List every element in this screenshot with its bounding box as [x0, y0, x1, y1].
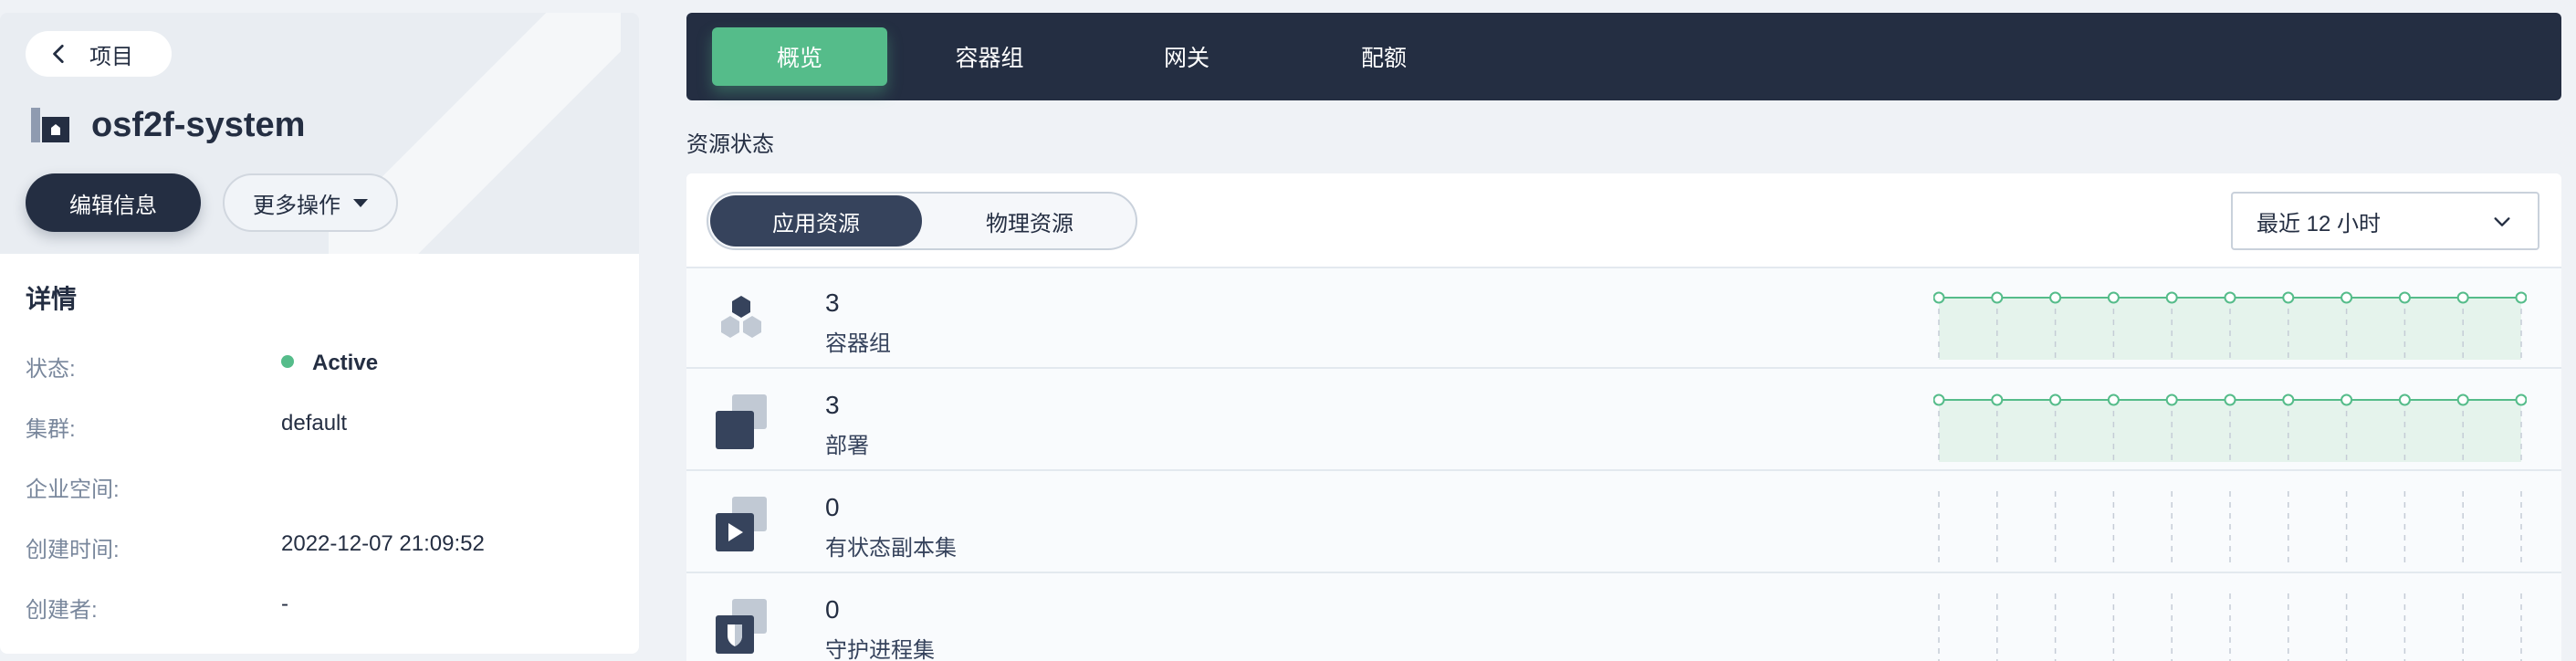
- detail-row-created-time: 创建时间: 2022-12-07 21:09:52: [26, 531, 610, 562]
- resource-status-title: 资源状态: [686, 132, 774, 157]
- resource-label: 部署: [825, 434, 869, 458]
- resource-label: 容器组: [825, 331, 891, 356]
- time-range-select[interactable]: 最近 12 小时: [2231, 192, 2539, 250]
- trend-point[interactable]: [1991, 393, 2004, 406]
- detail-key: 状态:: [26, 357, 76, 382]
- trend-point[interactable]: [2340, 291, 2353, 304]
- trend-point[interactable]: [2282, 291, 2295, 304]
- detail-row-status: 状态: Active: [26, 351, 610, 382]
- status-value: Active: [312, 351, 379, 375]
- segment-label: 物理资源: [986, 211, 1073, 236]
- caret-down-icon: [353, 198, 368, 207]
- trend-point[interactable]: [2398, 393, 2411, 406]
- trend-area: [1939, 400, 2521, 462]
- resource-label: 有状态副本集: [825, 536, 957, 561]
- trend-point[interactable]: [2398, 291, 2411, 304]
- back-to-projects-button[interactable]: 项目: [26, 31, 172, 77]
- trend-point[interactable]: [1933, 393, 1945, 406]
- trend-point[interactable]: [2224, 291, 2236, 304]
- trend-point[interactable]: [2165, 393, 2178, 406]
- daemonset-shield-icon: [716, 599, 767, 654]
- trend-point[interactable]: [2107, 393, 2120, 406]
- detail-key: 企业空间:: [26, 477, 120, 502]
- back-label: 项目: [89, 44, 133, 69]
- segment-label: 应用资源: [772, 211, 860, 236]
- time-range-value: 最近 12 小时: [2257, 211, 2382, 236]
- resource-trend-chart: [1933, 291, 2527, 360]
- tab-pods[interactable]: 容器组: [902, 27, 1077, 86]
- resource-count: 0: [825, 493, 840, 521]
- trend-point[interactable]: [2049, 393, 2062, 406]
- creator-value: -: [281, 592, 288, 616]
- trend-point[interactable]: [1991, 291, 2004, 304]
- trend-point[interactable]: [2049, 291, 2062, 304]
- cluster-value: default: [281, 411, 348, 435]
- tab-label: 网关: [1163, 46, 1209, 71]
- pod-hexagon-icon: [721, 296, 761, 338]
- detail-row-workspace: 企业空间:: [26, 471, 610, 502]
- more-actions-label: 更多操作: [253, 193, 340, 218]
- created-time-value: 2022-12-07 21:09:52: [281, 531, 485, 556]
- page-title: osf2f-system: [29, 104, 305, 146]
- edit-info-label: 编辑信息: [69, 193, 157, 218]
- status-badge: Active: [281, 351, 378, 376]
- resource-card-header: 应用资源 物理资源 最近 12 小时: [686, 173, 2561, 268]
- trend-area: [1939, 298, 2521, 360]
- project-name: osf2f-system: [91, 105, 306, 144]
- tab-label: 容器组: [955, 46, 1024, 71]
- edit-info-button[interactable]: 编辑信息: [26, 173, 201, 232]
- deployment-icon: [716, 394, 767, 449]
- tab-bar: 概览 容器组 网关 配额: [686, 13, 2561, 100]
- resource-row-pods[interactable]: 3 容器组: [686, 268, 2561, 369]
- chevron-down-icon: [2494, 217, 2510, 226]
- more-actions-button[interactable]: 更多操作: [223, 173, 398, 232]
- trend-point[interactable]: [2515, 291, 2527, 304]
- trend-point[interactable]: [2340, 393, 2353, 406]
- tab-gateway[interactable]: 网关: [1099, 27, 1274, 86]
- detail-row-cluster: 集群: default: [26, 411, 610, 442]
- tab-overview[interactable]: 概览: [712, 27, 887, 86]
- trend-point[interactable]: [2107, 291, 2120, 304]
- resource-row-daemonsets[interactable]: 0 守护进程集: [686, 575, 2561, 661]
- resource-count: 0: [825, 595, 840, 624]
- trend-point[interactable]: [2282, 393, 2295, 406]
- statefulset-play-icon: [716, 497, 767, 551]
- detail-row-creator: 创建者: -: [26, 592, 610, 623]
- status-dot-icon: [281, 355, 294, 368]
- trend-point[interactable]: [1933, 291, 1945, 304]
- resource-type-switch: 应用资源 物理资源: [707, 192, 1137, 250]
- resource-count: 3: [825, 289, 840, 317]
- tab-quota[interactable]: 配额: [1296, 27, 1471, 86]
- segment-physical-resources[interactable]: 物理资源: [924, 195, 1136, 247]
- trend-point[interactable]: [2165, 291, 2178, 304]
- segment-app-resources[interactable]: 应用资源: [710, 195, 922, 247]
- resource-count: 3: [825, 391, 840, 419]
- trend-point[interactable]: [2515, 393, 2527, 406]
- tab-label: 配额: [1360, 46, 1407, 71]
- project-header: 项目 osf2f-system 编辑信息 更多操作: [0, 13, 639, 254]
- resource-row-deployments[interactable]: 3 部署: [686, 371, 2561, 471]
- project-icon: [31, 108, 69, 142]
- resource-status-card: 应用资源 物理资源 最近 12 小时 3 容器组 3 部署 0 有状态副本集 0…: [686, 173, 2561, 661]
- resource-trend-chart: [1938, 491, 2522, 564]
- project-info-panel: 项目 osf2f-system 编辑信息 更多操作 详情 状态: Active …: [0, 13, 639, 654]
- resource-trend-chart: [1933, 393, 2527, 462]
- tab-label: 概览: [776, 46, 822, 71]
- trend-point[interactable]: [2456, 393, 2469, 406]
- resource-row-statefulsets[interactable]: 0 有状态副本集: [686, 473, 2561, 573]
- detail-key: 集群:: [26, 417, 76, 442]
- details-section: 详情 状态: Active 集群: default 企业空间: 创建时间: 20…: [0, 254, 639, 654]
- details-title: 详情: [26, 285, 78, 313]
- trend-point[interactable]: [2224, 393, 2236, 406]
- chevron-left-icon: [53, 44, 64, 64]
- resource-trend-chart: [1938, 593, 2522, 661]
- detail-key: 创建时间:: [26, 538, 120, 562]
- resource-label: 守护进程集: [825, 638, 935, 661]
- detail-key: 创建者:: [26, 598, 98, 623]
- trend-point[interactable]: [2456, 291, 2469, 304]
